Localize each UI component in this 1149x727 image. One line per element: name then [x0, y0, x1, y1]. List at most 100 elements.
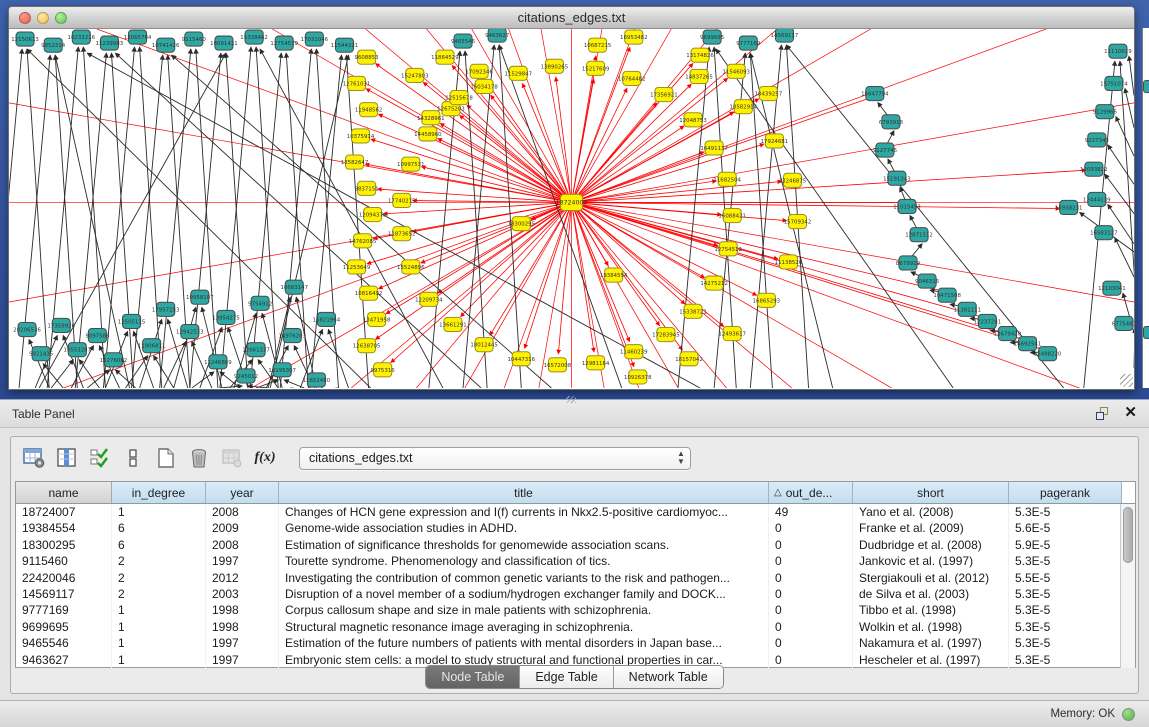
column-header-in-degree[interactable]: in_degree: [112, 482, 206, 503]
graph-node-label: 14328961: [417, 116, 445, 122]
table-cell: 1: [112, 602, 206, 618]
table-settings-icon[interactable]: [21, 445, 47, 471]
float-panel-button[interactable]: [1096, 407, 1109, 420]
table-row[interactable]: 2242004622012Investigating the contribut…: [16, 570, 1135, 586]
graph-node-label: 11138526: [775, 260, 803, 266]
memory-status-label: Memory: OK: [1050, 708, 1115, 720]
graph-node-label: 11682504: [713, 177, 741, 183]
dropdown-arrows-icon: ▲▼: [672, 450, 690, 466]
graph-node-label: 9975316: [371, 368, 396, 374]
graph-node-label: 10582914: [729, 105, 757, 111]
table-cell: 1997: [206, 553, 279, 569]
graph-node-label: 11460239: [620, 350, 648, 356]
column-header-title[interactable]: title: [279, 482, 769, 503]
table-cell: Jankovic et al. (1997): [853, 553, 1009, 569]
tab-edge-table[interactable]: Edge Table: [520, 666, 613, 688]
graph-node-label: 14762085: [349, 239, 377, 245]
new-table-icon[interactable]: [153, 445, 179, 471]
table-row[interactable]: 1456911722003Disruption of a novel membe…: [16, 586, 1135, 602]
column-header-pagerank[interactable]: pagerank: [1009, 482, 1122, 503]
sort-ascending-icon: △: [774, 487, 782, 498]
table-row[interactable]: 1872400712008Changes of HCN gene express…: [16, 504, 1135, 520]
table-cell: 19384554: [16, 520, 112, 536]
vertical-scrollbar[interactable]: [1120, 504, 1135, 668]
graph-node-label: 9463627: [485, 33, 509, 39]
table-row[interactable]: 1830029562008Estimation of significance …: [16, 537, 1135, 553]
table-cell: Estimation of the future numbers of pati…: [279, 635, 769, 651]
graph-node-label: 16491137: [700, 146, 728, 152]
column-header-name[interactable]: name: [16, 482, 112, 503]
graph-node-label: 11652480: [303, 378, 331, 384]
column-header-out-de-[interactable]: △out_de...: [769, 482, 853, 503]
graph-node-label: 9777169: [736, 41, 761, 47]
delete-table-icon[interactable]: [186, 445, 212, 471]
table-cell: 5.3E-5: [1009, 602, 1122, 618]
table-cell: Tourette syndrome. Phenomenology and cla…: [279, 553, 769, 569]
network-canvas[interactable]: 1608842112754512142752121533872117283945…: [9, 29, 1134, 388]
graph-node-label: 12942533: [176, 330, 204, 336]
function-builder-icon[interactable]: f(x): [252, 445, 278, 471]
table-cell: 0: [769, 553, 853, 569]
graph-node-label: 17283945: [652, 333, 680, 339]
scrollbar-thumb[interactable]: [1123, 507, 1133, 563]
table-cell: 5.6E-5: [1009, 520, 1122, 536]
table-cell: 49: [769, 504, 853, 520]
table-cell: 5.3E-5: [1009, 635, 1122, 651]
table-selector-dropdown[interactable]: citations_edges.txt ▲▼: [299, 447, 691, 470]
table-cell: 2008: [206, 504, 279, 520]
graph-node-label: 16953482: [620, 35, 648, 41]
table-cell: 2008: [206, 537, 279, 553]
graph-node-label: 14837265: [685, 74, 713, 80]
select-rows-icon[interactable]: [87, 445, 113, 471]
table-cell: 1: [112, 504, 206, 520]
graph-node-label: 12505115: [118, 319, 146, 325]
tab-network-table[interactable]: Network Table: [614, 666, 723, 688]
table-row[interactable]: 911546021997Tourette syndrome. Phenomeno…: [16, 553, 1135, 569]
graph-node-label: 13661291: [439, 322, 467, 328]
table-row[interactable]: 1938455462009Genome-wide association stu…: [16, 520, 1135, 536]
desktop: citations_edges.txt 16088421127545121427…: [0, 0, 1149, 727]
table-cell: 18300295: [16, 537, 112, 553]
graph-node-label: 11873652: [388, 232, 416, 238]
splitter-handle-icon[interactable]: [566, 396, 576, 403]
graph-node-label: 18157042: [675, 357, 703, 363]
import-table-icon[interactable]: [219, 445, 245, 471]
network-window-titlebar[interactable]: citations_edges.txt: [9, 7, 1134, 29]
table-body: 1872400712008Changes of HCN gene express…: [16, 504, 1135, 668]
resize-grip-icon[interactable]: [1120, 374, 1133, 387]
table-row[interactable]: 969969511998Structural magnetic resonanc…: [16, 619, 1135, 635]
close-panel-button[interactable]: ✕: [1124, 404, 1137, 422]
graph-node-label: 16091421: [210, 41, 238, 47]
table-cell: Nakamura et al. (1997): [853, 635, 1009, 651]
tab-node-table[interactable]: Node Table: [426, 666, 520, 688]
table-cell: Changes of HCN gene expression and I(f) …: [279, 504, 769, 520]
table-cell: 0: [769, 602, 853, 618]
column-header-year[interactable]: year: [206, 482, 279, 503]
row-height-icon[interactable]: [120, 445, 146, 471]
graph-node-label: 13582647: [341, 160, 369, 166]
column-header-label: year: [230, 486, 253, 500]
table-cell: 0: [769, 619, 853, 635]
table-tab-bar: Node TableEdge TableNetwork Table: [11, 665, 1138, 689]
graph-node-label: 17957253: [152, 307, 180, 313]
table-cell: 2012: [206, 570, 279, 586]
table-cell: 18724007: [16, 504, 112, 520]
table-cell: Corpus callosum shape and size in male p…: [279, 602, 769, 618]
graph-node-label: 15821964: [313, 317, 341, 323]
graph-node-label: 18300295: [507, 222, 535, 228]
graph-node-label: 20206536: [13, 328, 41, 334]
column-header-label: short: [917, 486, 944, 500]
graph-node-label: 9608853: [355, 55, 380, 61]
graph-node-label: 12048753: [679, 118, 707, 124]
graph-node-label: 11906811: [138, 344, 166, 350]
table-row[interactable]: 946554611997Estimation of the future num…: [16, 635, 1135, 651]
table-columns-icon[interactable]: [54, 445, 80, 471]
table-cell: 5.3E-5: [1009, 586, 1122, 602]
column-header-short[interactable]: short: [853, 482, 1009, 503]
table-row[interactable]: 977716911998Corpus callosum shape and si…: [16, 602, 1135, 618]
table-cell: Stergiakouli et al. (2012): [853, 570, 1009, 586]
graph-node: [1143, 326, 1149, 339]
graph-node-label: 14275212: [700, 281, 728, 287]
table-header-row: namein_degree year title△out_de... short pag…: [16, 482, 1135, 504]
node-table: namein_degree year title△out_de... short pag…: [15, 481, 1136, 668]
